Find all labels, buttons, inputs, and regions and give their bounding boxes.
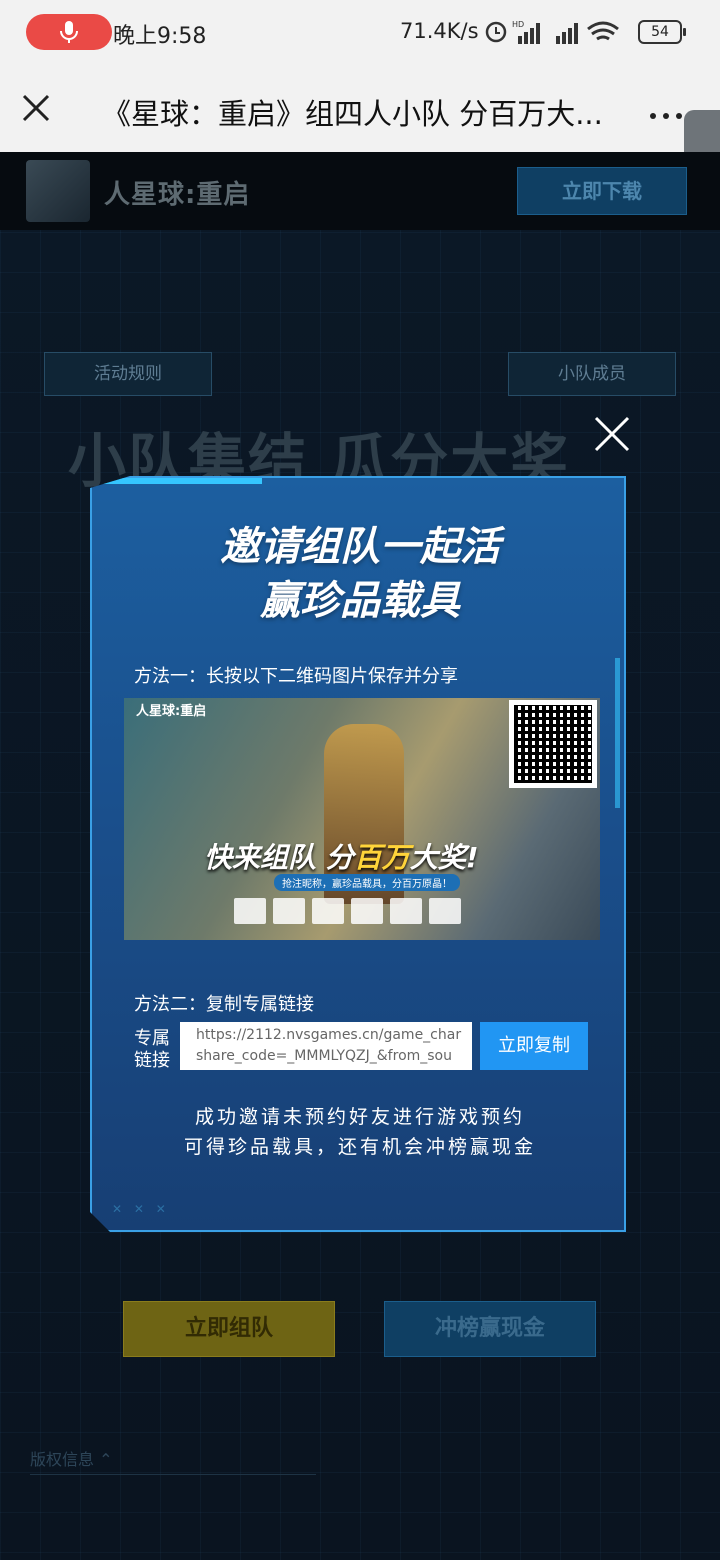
copy-link-button[interactable]: 立即复制 [480,1022,588,1070]
team-up-button[interactable]: 立即组队 [123,1301,335,1357]
game-logo: 人星球:重启 [104,180,251,210]
reward-item [273,898,305,924]
share-link-line1: https://2112.nvsgames.cn/game_char [196,1027,462,1043]
status-icons: HD 54 [484,18,689,46]
browser-title-bar: 《星球：重启》组四人小队 分百万大... [0,64,720,152]
signal-icon [556,23,578,44]
modal-title: 邀请组队一起活 赢珍品载具 [92,520,628,628]
network-speed: 71.4K/s [400,19,479,43]
reward-item [234,898,266,924]
method-one-label: 方法一：长按以下二维码图片保存并分享 [134,666,458,687]
reward-item [390,898,422,924]
rules-button[interactable]: 活动规则 [44,352,212,396]
reward-item [429,898,461,924]
modal-footer-decoration: ✕ ✕ ✕ [112,1202,170,1216]
game-header: 人星球:重启 立即下载 [0,152,720,230]
invite-modal: 邀请组队一起活 赢珍品载具 方法一：长按以下二维码图片保存并分享 人星球:重启 … [90,476,626,1232]
wifi-icon [587,21,619,41]
microphone-icon [60,21,78,43]
method-two-label: 方法二：复制专属链接 [134,994,314,1015]
svg-text:HD: HD [512,20,524,29]
status-time: 晚上9:58 [113,24,207,49]
signal-icons: HD [485,20,619,44]
chevron-up-icon: ⌃ [99,1450,113,1469]
modal-title-line1: 邀请组队一起活 [220,524,500,570]
download-button[interactable]: 立即下载 [517,167,687,215]
hd-signal-icon: HD [512,20,540,44]
close-icon[interactable] [20,92,52,124]
reward-item [312,898,344,924]
poster-slogan: 快来组队 分百万大奖! [204,841,479,874]
poster-subtitle: 抢注昵称，赢珍品载具，分百万原晶！ [274,874,460,891]
rank-cash-button[interactable]: 冲榜赢现金 [384,1301,596,1357]
members-button[interactable]: 小队成员 [508,352,676,396]
poster-reward-items [234,898,461,924]
share-poster-image[interactable]: 人星球:重启 快来组队 分百万大奖! 抢注昵称，赢珍品载具，分百万原晶！ [124,698,600,940]
status-bar: 晚上9:58 71.4K/s HD 54 [0,0,720,64]
modal-title-line2: 赢珍品载具 [260,578,460,624]
invite-tip-line2: 可得珍品载具，还有机会冲榜赢现金 [183,1136,536,1158]
poster-logo: 人星球:重启 [136,704,207,719]
page-title: 《星球：重启》组四人小队 分百万大... [102,97,603,131]
reward-item [351,898,383,924]
invite-tip: 成功邀请未预约好友进行游戏预约 可得珍品载具，还有机会冲榜赢现金 [92,1102,628,1162]
modal-side-accent [615,658,620,808]
microphone-indicator[interactable] [26,14,112,50]
battery-icon: 54 [638,20,686,44]
invite-tip-line1: 成功邀请未预约好友进行游戏预约 [194,1106,525,1128]
share-link-field[interactable]: https://2112.nvsgames.cn/game_char share… [180,1022,472,1070]
qr-code [509,700,597,788]
share-link-line2: share_code=_MMMLYQZJ_&from_sou [196,1048,452,1064]
game-avatar [26,160,90,222]
link-label: 专属链接 [134,1028,170,1071]
modal-close-icon[interactable] [592,414,632,454]
copyright-toggle[interactable]: 版权信息 ⌃ [30,1446,316,1475]
copyright-label: 版权信息 [30,1450,95,1469]
